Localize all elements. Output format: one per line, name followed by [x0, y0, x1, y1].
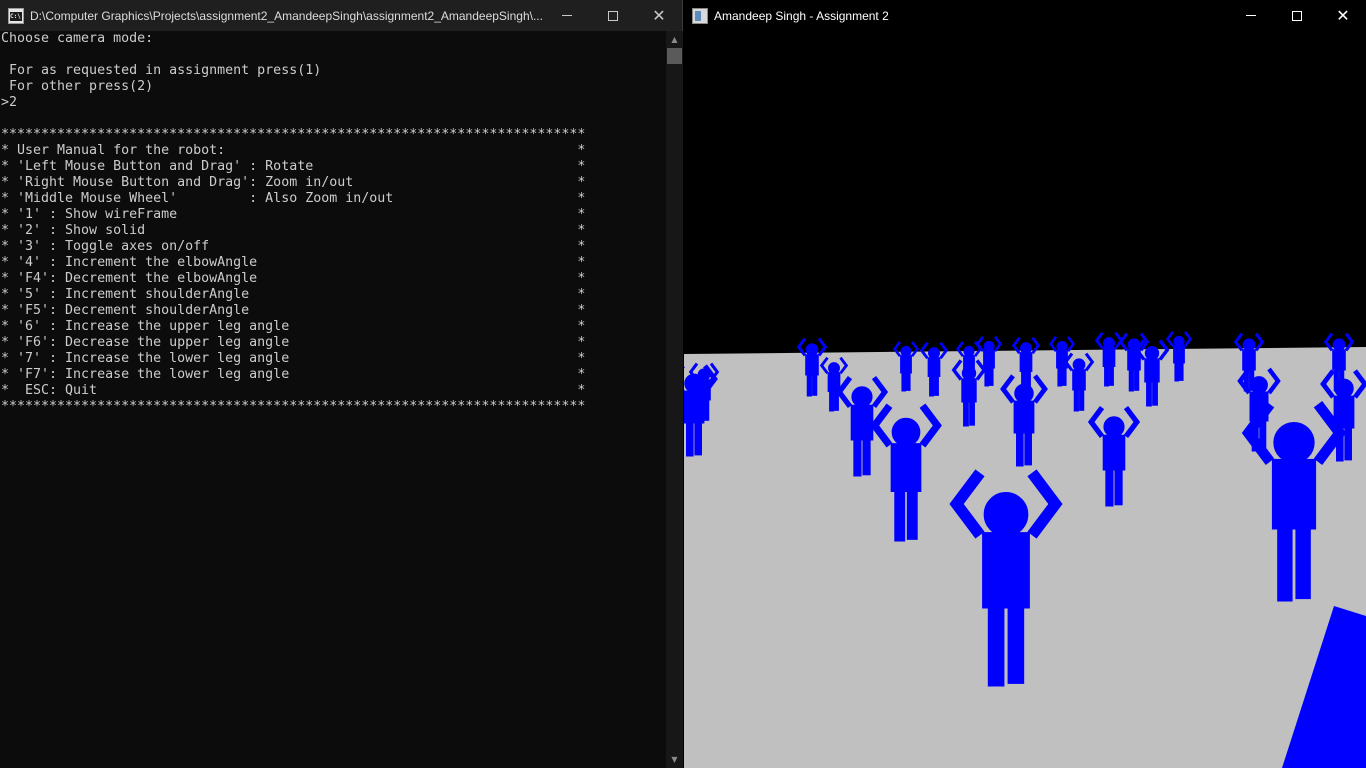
maximize-icon [1292, 10, 1302, 21]
console-line: ****************************************… [1, 399, 586, 414]
minimize-icon [562, 15, 572, 16]
gl-minimize-button[interactable] [1228, 0, 1274, 31]
maximize-icon [608, 10, 618, 21]
gl-app-icon [692, 7, 708, 24]
gl-close-button[interactable]: ✕ [1320, 0, 1366, 31]
scroll-thumb[interactable] [667, 48, 682, 64]
console-line: * 'Left Mouse Button and Drag' : Rotate … [1, 159, 586, 174]
console-line: * '4' : Increment the elbowAngle * [1, 255, 586, 270]
console-line: * 'Middle Mouse Wheel' : Also Zoom in/ou… [1, 191, 586, 206]
console-minimize-button[interactable] [544, 0, 590, 31]
console-line: * 'F6': Decrease the upper leg angle * [1, 335, 586, 350]
close-icon: ✕ [652, 5, 666, 25]
console-line: * '2' : Show solid * [1, 223, 586, 238]
robot-scene-viewport[interactable] [684, 31, 1366, 768]
console-close-button[interactable]: ✕ [636, 0, 682, 31]
scroll-down-icon[interactable]: ▼ [666, 751, 683, 768]
console-maximize-button[interactable] [590, 0, 636, 31]
console-line: * 'F5': Decrement shoulderAngle * [1, 303, 586, 318]
console-line: * User Manual for the robot: * [1, 143, 586, 158]
console-line: * 'Right Mouse Button and Drag': Zoom in… [1, 175, 586, 190]
console-line: * 'F7': Increase the lower leg angle * [1, 367, 586, 382]
console-scrollbar[interactable]: ▲ ▼ [666, 31, 683, 768]
console-line: * ESC: Quit * [1, 383, 586, 398]
console-line: * '5' : Increment shoulderAngle * [1, 287, 586, 302]
console-output[interactable]: Choose camera mode: For as requested in … [1, 31, 665, 768]
scroll-up-icon[interactable]: ▲ [666, 31, 683, 48]
gl-window-title: Amandeep Singh - Assignment 2 [714, 8, 889, 23]
minimize-icon [1246, 15, 1256, 16]
console-line: For as requested in assignment press(1) [1, 63, 322, 78]
gl-maximize-button[interactable] [1274, 0, 1320, 31]
console-window-title: D:\Computer Graphics\Projects\assignment… [30, 8, 543, 23]
console-window: D:\Computer Graphics\Projects\assignment… [0, 0, 683, 768]
gl-window: Amandeep Singh - Assignment 2 ✕ [684, 0, 1366, 768]
close-icon: ✕ [1336, 5, 1350, 25]
console-line: * '6' : Increase the upper leg angle * [1, 319, 586, 334]
console-line: Choose camera mode: [1, 31, 154, 46]
console-line: >2 [1, 95, 18, 110]
console-line: ****************************************… [1, 127, 586, 142]
console-line: * '3' : Toggle axes on/off * [1, 239, 586, 254]
console-app-icon [8, 7, 24, 24]
gl-titlebar[interactable]: Amandeep Singh - Assignment 2 ✕ [684, 0, 1366, 31]
console-line: * 'F4': Decrement the elbowAngle * [1, 271, 586, 286]
console-line: For other press(2) [1, 79, 154, 94]
console-line: * '1' : Show wireFrame * [1, 207, 586, 222]
console-titlebar[interactable]: D:\Computer Graphics\Projects\assignment… [0, 0, 682, 31]
console-line: * '7' : Increase the lower leg angle * [1, 351, 586, 366]
